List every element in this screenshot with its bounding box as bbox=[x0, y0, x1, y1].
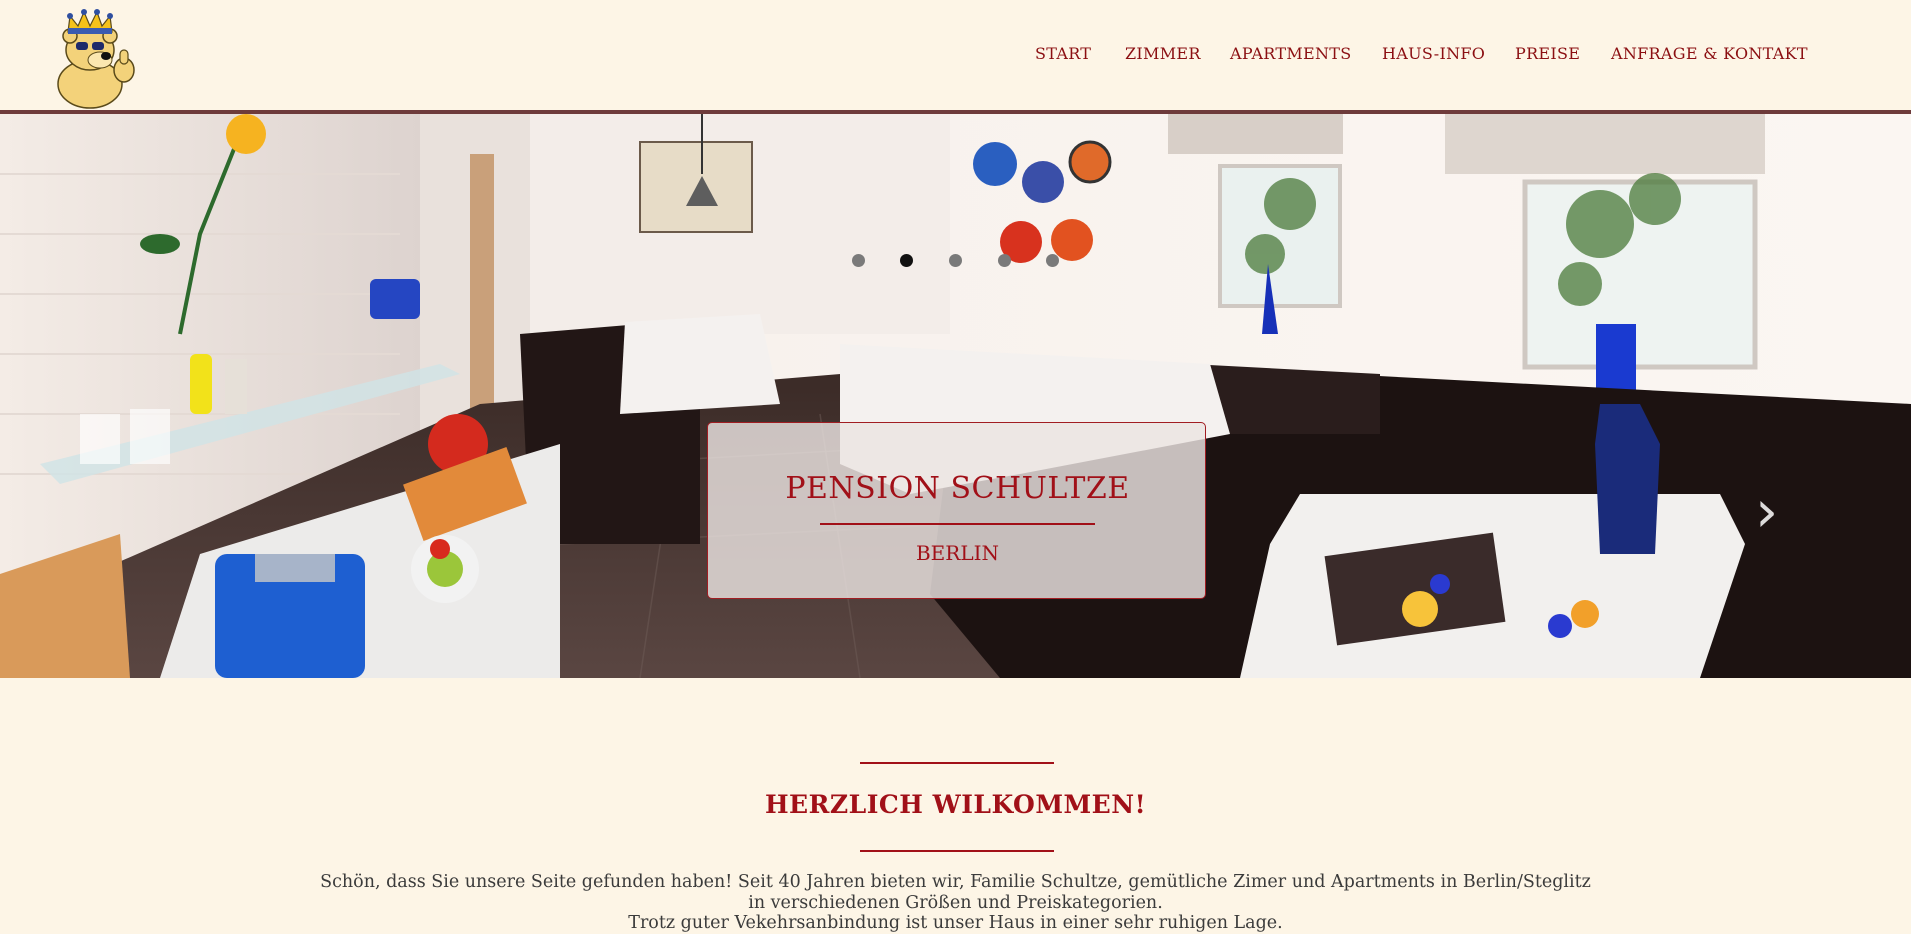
slideshow-dots bbox=[852, 254, 1072, 270]
nav-preise[interactable]: PREISE bbox=[1515, 44, 1580, 63]
title-divider bbox=[820, 523, 1095, 525]
slide-dot-4[interactable] bbox=[998, 254, 1011, 267]
nav-anfrage-kontakt[interactable]: ANFRAGE & KONTAKT bbox=[1611, 44, 1808, 63]
site-subtitle: BERLIN bbox=[915, 541, 1000, 565]
welcome-text: Schön, dass Sie unsere Seite gefunden ha… bbox=[320, 872, 1591, 934]
nav-start[interactable]: START bbox=[1035, 44, 1091, 63]
chevron-right-icon[interactable]: › bbox=[1755, 482, 1778, 540]
nav-haus-info[interactable]: HAUS-INFO bbox=[1382, 44, 1485, 63]
title-card: PENSION SCHULTZE BERLIN bbox=[707, 422, 1206, 599]
welcome-paragraph-1: Schön, dass Sie unsere Seite gefunden ha… bbox=[320, 872, 1591, 913]
nav-apartments[interactable]: APARTMENTS bbox=[1230, 44, 1352, 63]
welcome-heading: HERZLICH WILKOMMEN! bbox=[764, 790, 1147, 819]
slide-dot-1[interactable] bbox=[852, 254, 865, 267]
site-header: START ZIMMER APARTMENTS HAUS-INFO PREISE… bbox=[0, 0, 1911, 110]
nav-zimmer[interactable]: ZIMMER bbox=[1125, 44, 1201, 63]
welcome-paragraph-2: Trotz guter Vekehrsanbindung ist unser H… bbox=[628, 913, 1283, 933]
slide-dot-5[interactable] bbox=[1046, 254, 1059, 267]
slide-dot-2[interactable] bbox=[900, 254, 913, 267]
main-navigation: START ZIMMER APARTMENTS HAUS-INFO PREISE… bbox=[0, 44, 1911, 68]
site-title: PENSION SCHULTZE bbox=[785, 471, 1130, 506]
welcome-bottom-rule bbox=[860, 850, 1054, 852]
hero-slideshow[interactable]: › PENSION SCHULTZE BERLIN bbox=[0, 114, 1911, 678]
welcome-top-rule bbox=[860, 762, 1054, 764]
slide-dot-3[interactable] bbox=[949, 254, 962, 267]
